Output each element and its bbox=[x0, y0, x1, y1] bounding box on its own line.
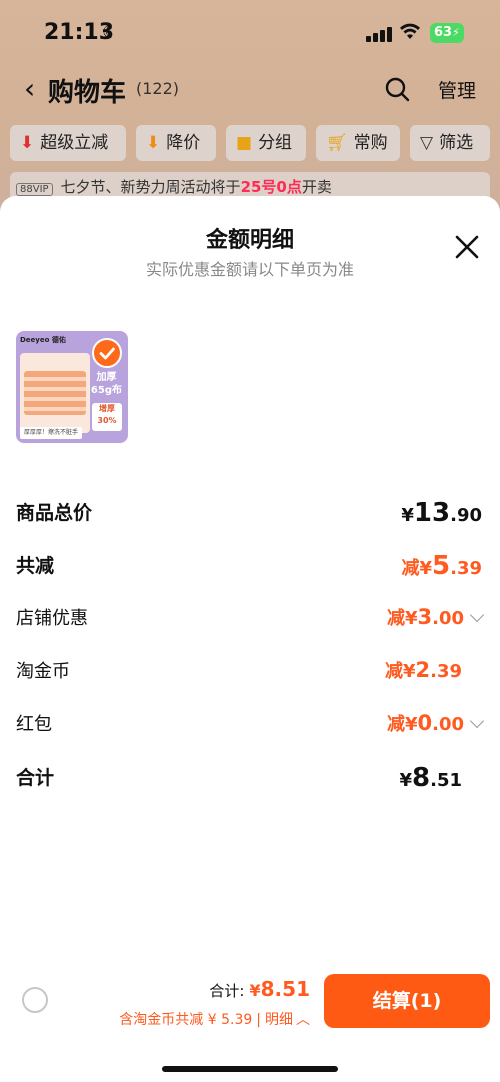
selected-check-icon[interactable] bbox=[92, 338, 122, 368]
discount-text: 含淘金币共减 ¥ 5.39 bbox=[119, 1012, 253, 1028]
value-int: 0 bbox=[417, 711, 433, 735]
product-tag-thickness: 加厚 65g布 bbox=[90, 372, 122, 396]
chevron-down-icon[interactable] bbox=[469, 607, 485, 623]
arrow-down-icon: ⬇ bbox=[20, 133, 35, 153]
value-dec: .00 bbox=[432, 608, 464, 629]
close-icon[interactable] bbox=[454, 234, 480, 260]
folder-icon: ■ bbox=[236, 133, 253, 153]
row-value: 减¥0.00 bbox=[386, 710, 485, 736]
row-grand-total: 合计 ¥8.51 bbox=[16, 763, 482, 793]
minus-prefix: 减 bbox=[401, 558, 420, 579]
filter-screen[interactable]: ▽ 筛选 bbox=[410, 125, 490, 161]
row-total-discount: 共减 减¥5.39 bbox=[16, 551, 482, 581]
value-int: 13 bbox=[413, 498, 451, 528]
total-summary: 合计: ¥8.51 bbox=[209, 977, 310, 1001]
price-drop-icon: ⬇ bbox=[146, 133, 161, 153]
cellular-signal-icon bbox=[366, 26, 392, 42]
row-label: 合计 bbox=[16, 767, 55, 789]
promo-text-end: 开卖 bbox=[301, 178, 332, 196]
sheet-title: 金额明细 bbox=[205, 228, 294, 253]
row-value: ¥13.90 bbox=[401, 498, 482, 528]
row-label: 淘金币 bbox=[16, 661, 70, 682]
filter-price-drop[interactable]: ⬇ 降价 bbox=[136, 125, 216, 161]
value-dec: .51 bbox=[430, 770, 462, 791]
filter-label: 降价 bbox=[166, 133, 201, 153]
value-dec: .39 bbox=[450, 558, 482, 579]
row-taobao-coin: 淘金币 减¥2.39 bbox=[16, 657, 482, 687]
filter-frequent[interactable]: 🛒︎ 常购 bbox=[316, 125, 400, 161]
row-value: 减¥2.39 bbox=[385, 657, 462, 683]
currency-symbol: ¥ bbox=[404, 608, 418, 629]
currency-symbol: ¥ bbox=[401, 505, 414, 526]
product-tag-increase: 增厚 30% bbox=[92, 403, 122, 431]
currency-symbol: ¥ bbox=[419, 558, 433, 579]
row-store-discount[interactable]: 店铺优惠 减¥3.00 bbox=[16, 604, 485, 634]
value-int: 5 bbox=[432, 551, 451, 581]
chevron-up-icon[interactable]: ︿ bbox=[296, 1012, 310, 1028]
row-label: 红包 bbox=[16, 714, 52, 735]
row-label: 共减 bbox=[16, 555, 55, 577]
value-dec: .00 bbox=[432, 714, 464, 735]
discount-summary[interactable]: 含淘金币共减 ¥ 5.39 | 明细 ︿ bbox=[119, 1009, 310, 1029]
filter-label: 筛选 bbox=[439, 133, 474, 153]
battery-indicator: 63⚡ bbox=[430, 23, 464, 43]
promo-highlight: 25号0点 bbox=[240, 178, 302, 196]
select-all-radio[interactable] bbox=[22, 987, 48, 1013]
amount-detail-sheet: 金额明细 实际优惠金额请以下单页为准 Deeyeo 德佑 加厚 65g布 增厚 … bbox=[0, 196, 500, 1082]
currency-symbol: ¥ bbox=[249, 981, 261, 1000]
cart-count: (122) bbox=[136, 79, 180, 98]
value-dec: .39 bbox=[430, 661, 462, 682]
sheet-subtitle: 实际优惠金额请以下单页为准 bbox=[145, 260, 354, 279]
charging-icon: ⚡ bbox=[452, 26, 460, 39]
minus-prefix: 减 bbox=[386, 714, 405, 735]
checkout-button[interactable]: 结算(1) bbox=[324, 974, 490, 1028]
value-int: 2 bbox=[415, 658, 431, 682]
search-icon[interactable] bbox=[384, 76, 410, 102]
value-int: 8 bbox=[412, 763, 431, 793]
vip-badge: 88VIP bbox=[16, 183, 53, 196]
manage-button[interactable]: 管理 bbox=[438, 76, 476, 103]
row-value: ¥8.51 bbox=[399, 763, 462, 793]
row-goods-total: 商品总价 ¥13.90 bbox=[16, 498, 482, 528]
back-icon[interactable]: ‹ bbox=[24, 72, 35, 105]
page-title: 购物车 bbox=[48, 78, 127, 108]
moon-icon: ☾ bbox=[102, 22, 119, 43]
wifi-icon bbox=[399, 22, 421, 45]
total-label: 合计: bbox=[209, 982, 245, 1000]
minus-prefix: 减 bbox=[384, 661, 403, 682]
promo-text: 七夕节、新势力周活动将于 bbox=[60, 178, 241, 196]
status-bar: 21:13 ☾ 63⚡ bbox=[0, 18, 500, 48]
row-label: 商品总价 bbox=[16, 502, 93, 524]
filter-super-discount[interactable]: ⬇ 超级立减 bbox=[10, 125, 126, 161]
value-int: 3 bbox=[417, 605, 433, 629]
chevron-down-icon[interactable] bbox=[469, 713, 485, 729]
minus-prefix: 减 bbox=[386, 608, 405, 629]
divider: | bbox=[256, 1012, 261, 1028]
product-brand: Deeyeo 德佑 bbox=[20, 336, 66, 344]
navigation-bar: ‹ 购物车 (122) 管理 bbox=[0, 70, 500, 110]
row-red-packet[interactable]: 红包 减¥0.00 bbox=[16, 710, 485, 740]
detail-toggle[interactable]: 明细 bbox=[265, 1012, 293, 1028]
filter-group[interactable]: ■ 分组 bbox=[226, 125, 306, 161]
currency-symbol: ¥ bbox=[404, 714, 418, 735]
battery-level: 63 bbox=[434, 25, 453, 40]
filter-icon: ▽ bbox=[420, 133, 434, 153]
home-indicator bbox=[162, 1066, 338, 1072]
row-value: 减¥5.39 bbox=[401, 551, 482, 581]
product-footer-text: 厚厚厚！擦洗不脏手 bbox=[20, 427, 82, 439]
cart-icon: 🛒︎ bbox=[326, 133, 348, 153]
product-stack-image bbox=[24, 371, 86, 415]
filter-label: 分组 bbox=[258, 133, 293, 153]
value-dec: .90 bbox=[450, 505, 482, 526]
currency-symbol: ¥ bbox=[399, 770, 413, 791]
row-label: 店铺优惠 bbox=[16, 608, 88, 629]
total-amount: 8.51 bbox=[260, 977, 310, 1001]
filter-label: 超级立减 bbox=[40, 133, 109, 153]
filter-label: 常购 bbox=[353, 133, 388, 153]
currency-symbol: ¥ bbox=[402, 661, 416, 682]
total-value: ¥8.51 bbox=[249, 977, 311, 1001]
row-value: 减¥3.00 bbox=[386, 604, 485, 630]
filter-bar: ⬇ 超级立减 ⬇ 降价 ■ 分组 🛒︎ 常购 ▽ 筛选 bbox=[10, 125, 490, 165]
